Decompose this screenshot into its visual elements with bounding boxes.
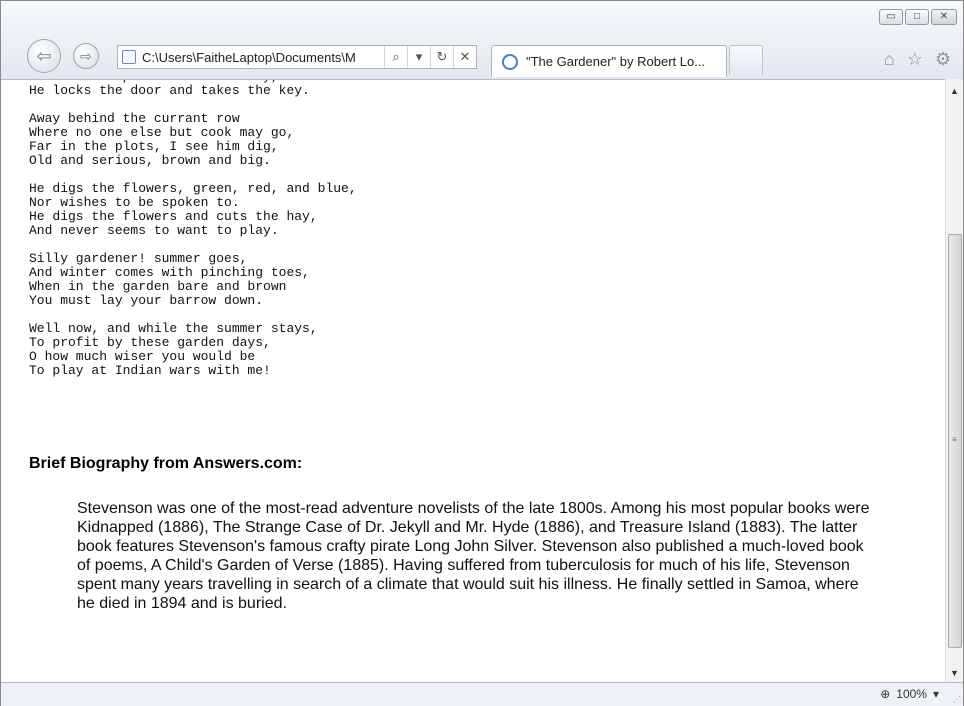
forward-button[interactable]: ⇨ — [73, 43, 99, 69]
bio-heading: Brief Biography from Answers.com: — [29, 455, 303, 472]
address-bar[interactable]: C:\Users\FaitheLaptop\Documents\M ⌕ ▾ ↻ … — [117, 45, 477, 69]
maximize-button[interactable]: □ — [905, 9, 929, 25]
page-icon — [122, 50, 136, 64]
window-controls: ▭ □ ✕ — [879, 9, 957, 25]
stop-icon[interactable]: ✕ — [453, 46, 476, 68]
poem-stanza: And when he puts his tools away, He lock… — [29, 80, 310, 98]
home-icon[interactable]: ⌂ — [884, 49, 895, 70]
poem-stanza: Well now, and while the summer stays, To… — [29, 321, 318, 378]
zoom-control[interactable]: ⊕ 100% ▾ — [880, 687, 939, 701]
search-icon[interactable]: ⌕ — [384, 46, 407, 68]
poem-stanza: Silly gardener! summer goes, And winter … — [29, 251, 310, 308]
minimize-button[interactable]: ▭ — [879, 9, 903, 25]
poem: And when he puts his tools away, He lock… — [29, 80, 357, 392]
back-arrow-icon: ⇦ — [36, 46, 52, 66]
scroll-up-arrow-icon[interactable]: ▲ — [946, 83, 963, 100]
bio-paragraph: Stevenson was one of the most-read adven… — [77, 500, 870, 612]
scroll-thumb[interactable]: ≡ — [948, 234, 962, 648]
address-dropdown-icon[interactable]: ▾ — [407, 46, 430, 68]
gear-icon[interactable]: ⚙ — [935, 49, 951, 70]
page-content: And when he puts his tools away, He lock… — [1, 79, 945, 683]
new-tab-button[interactable] — [729, 45, 763, 75]
favorites-star-icon[interactable]: ☆ — [907, 49, 923, 70]
tab-title: "The Gardener" by Robert Lo... — [526, 54, 706, 69]
resize-grip-icon[interactable]: ⋰ — [953, 695, 961, 704]
scroll-down-arrow-icon[interactable]: ▼ — [946, 665, 963, 682]
poem-stanza: Away behind the currant row Where no one… — [29, 111, 295, 168]
grip-icon: ≡ — [952, 435, 957, 444]
vertical-scrollbar[interactable]: ▲ ≡ ▼ — [945, 79, 963, 682]
forward-arrow-icon: ⇨ — [80, 48, 92, 64]
ie-page-icon — [502, 53, 518, 70]
browser-chrome: ▭ □ ✕ ⇦ ⇨ C:\Users\FaitheLaptop\Document… — [1, 1, 963, 79]
zoom-icon: ⊕ — [880, 687, 891, 701]
zoom-level: 100% — [896, 687, 927, 701]
poem-stanza: He digs the flowers, green, red, and blu… — [29, 181, 357, 238]
toolbar-icons: ⌂ ☆ ⚙ — [884, 49, 951, 70]
address-text[interactable]: C:\Users\FaitheLaptop\Documents\M — [142, 50, 384, 65]
refresh-icon[interactable]: ↻ — [430, 46, 453, 68]
zoom-dropdown-icon[interactable]: ▾ — [933, 687, 939, 701]
browser-window: ▭ □ ✕ ⇦ ⇨ C:\Users\FaitheLaptop\Document… — [0, 0, 964, 706]
status-bar: ⊕ 100% ▾ ⋰ — [1, 682, 963, 706]
active-tab[interactable]: "The Gardener" by Robert Lo... — [491, 45, 727, 77]
close-button[interactable]: ✕ — [931, 9, 957, 25]
back-button[interactable]: ⇦ — [27, 39, 61, 73]
